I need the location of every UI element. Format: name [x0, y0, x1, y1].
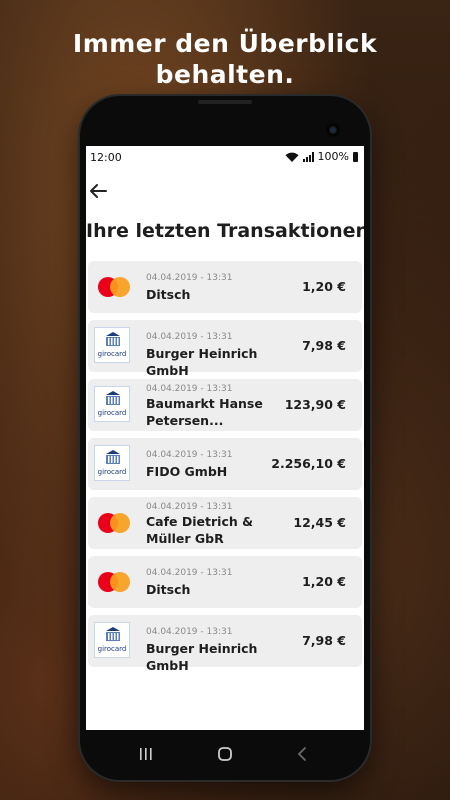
girocard-wordmark: girocard [97, 350, 127, 358]
recent-apps-button[interactable] [134, 744, 158, 764]
girocard-wordmark: girocard [97, 409, 127, 417]
transaction-date: 04.04.2019 - 13:31 [146, 332, 233, 342]
transaction-amount: 7,98 € [302, 633, 346, 648]
transaction-date: 04.04.2019 - 13:31 [146, 502, 233, 512]
battery-icon [353, 151, 358, 162]
home-button[interactable] [213, 744, 237, 764]
promo-headline: Immer den Überblick behalten. [0, 28, 450, 90]
transaction-amount: 1,20 € [302, 574, 346, 589]
nav-back-button[interactable] [291, 744, 315, 764]
girocard-logo: girocard [94, 327, 132, 365]
transaction-date: 04.04.2019 - 13:31 [146, 273, 233, 283]
status-time: 12:00 [90, 151, 122, 164]
signal-icon [302, 151, 314, 162]
wifi-icon [285, 152, 299, 162]
transaction-amount: 2.256,10 € [271, 456, 346, 471]
transaction-date: 04.04.2019 - 13:31 [146, 627, 233, 637]
promo-headline-line1: Immer den Überblick [72, 29, 378, 58]
transaction-row[interactable]: 04.04.2019 - 13:31 Ditsch 1,20 € [88, 261, 362, 313]
transaction-row[interactable]: 04.04.2019 - 13:31 Cafe Dietrich & Müller… [88, 497, 362, 549]
promo-headline-line2: behalten. [155, 60, 295, 89]
mastercard-logo [94, 563, 132, 601]
transaction-row[interactable]: girocard 04.04.2019 - 13:31 Burger Heinric… [88, 320, 362, 378]
transaction-row[interactable]: girocard 04.04.2019 - 13:31 Burger Heinric… [88, 615, 362, 673]
transaction-merchant: Baumarkt Hanse Petersen... [146, 396, 263, 428]
home-icon [218, 747, 232, 761]
battery-percent: 100% [317, 150, 349, 163]
transaction-row[interactable]: girocard 04.04.2019 - 13:31 Baumarkt Hanse… [88, 379, 362, 431]
speaker-grille [198, 100, 252, 104]
transaction-amount: 7,98 € [302, 338, 346, 353]
back-button[interactable] [86, 178, 112, 204]
transaction-date: 04.04.2019 - 13:31 [146, 384, 233, 394]
girocard-logo: girocard [94, 622, 132, 660]
front-camera [326, 123, 340, 137]
transaction-row[interactable]: girocard 04.04.2019 - 13:31 FIDO GmbH 2.256… [88, 438, 362, 490]
transaction-amount: 12,45 € [293, 515, 346, 530]
recent-apps-icon [140, 748, 152, 760]
transaction-amount: 1,20 € [302, 279, 346, 294]
transaction-amount: 123,90 € [284, 397, 346, 412]
transaction-merchant: Ditsch [146, 287, 191, 302]
status-bar: 12:00 100% [86, 146, 364, 168]
girocard-wordmark: girocard [97, 645, 127, 653]
transaction-date: 04.04.2019 - 13:31 [146, 568, 233, 578]
transaction-date: 04.04.2019 - 13:31 [146, 450, 233, 460]
transaction-merchant: Burger Heinrich GmbH [146, 346, 258, 378]
transaction-merchant: Burger Heinrich GmbH [146, 641, 258, 673]
transaction-merchant: Ditsch [146, 582, 191, 597]
arrow-left-icon [90, 184, 107, 198]
phone-frame: 12:00 100% Ihre letzten Transaktionen 04… [80, 96, 370, 780]
mastercard-logo [94, 268, 132, 306]
girocard-logo: girocard [94, 386, 132, 424]
app-screen: 12:00 100% Ihre letzten Transaktionen 04… [86, 146, 364, 730]
back-icon [297, 747, 306, 761]
mastercard-logo [94, 504, 132, 542]
system-nav-bar [80, 730, 370, 780]
page-title: Ihre letzten Transaktionen [86, 220, 364, 242]
girocard-wordmark: girocard [97, 468, 127, 476]
girocard-logo: girocard [94, 445, 132, 483]
transaction-row[interactable]: 04.04.2019 - 13:31 Ditsch 1,20 € [88, 556, 362, 608]
transaction-merchant: Cafe Dietrich & Müller GbR [146, 514, 254, 546]
